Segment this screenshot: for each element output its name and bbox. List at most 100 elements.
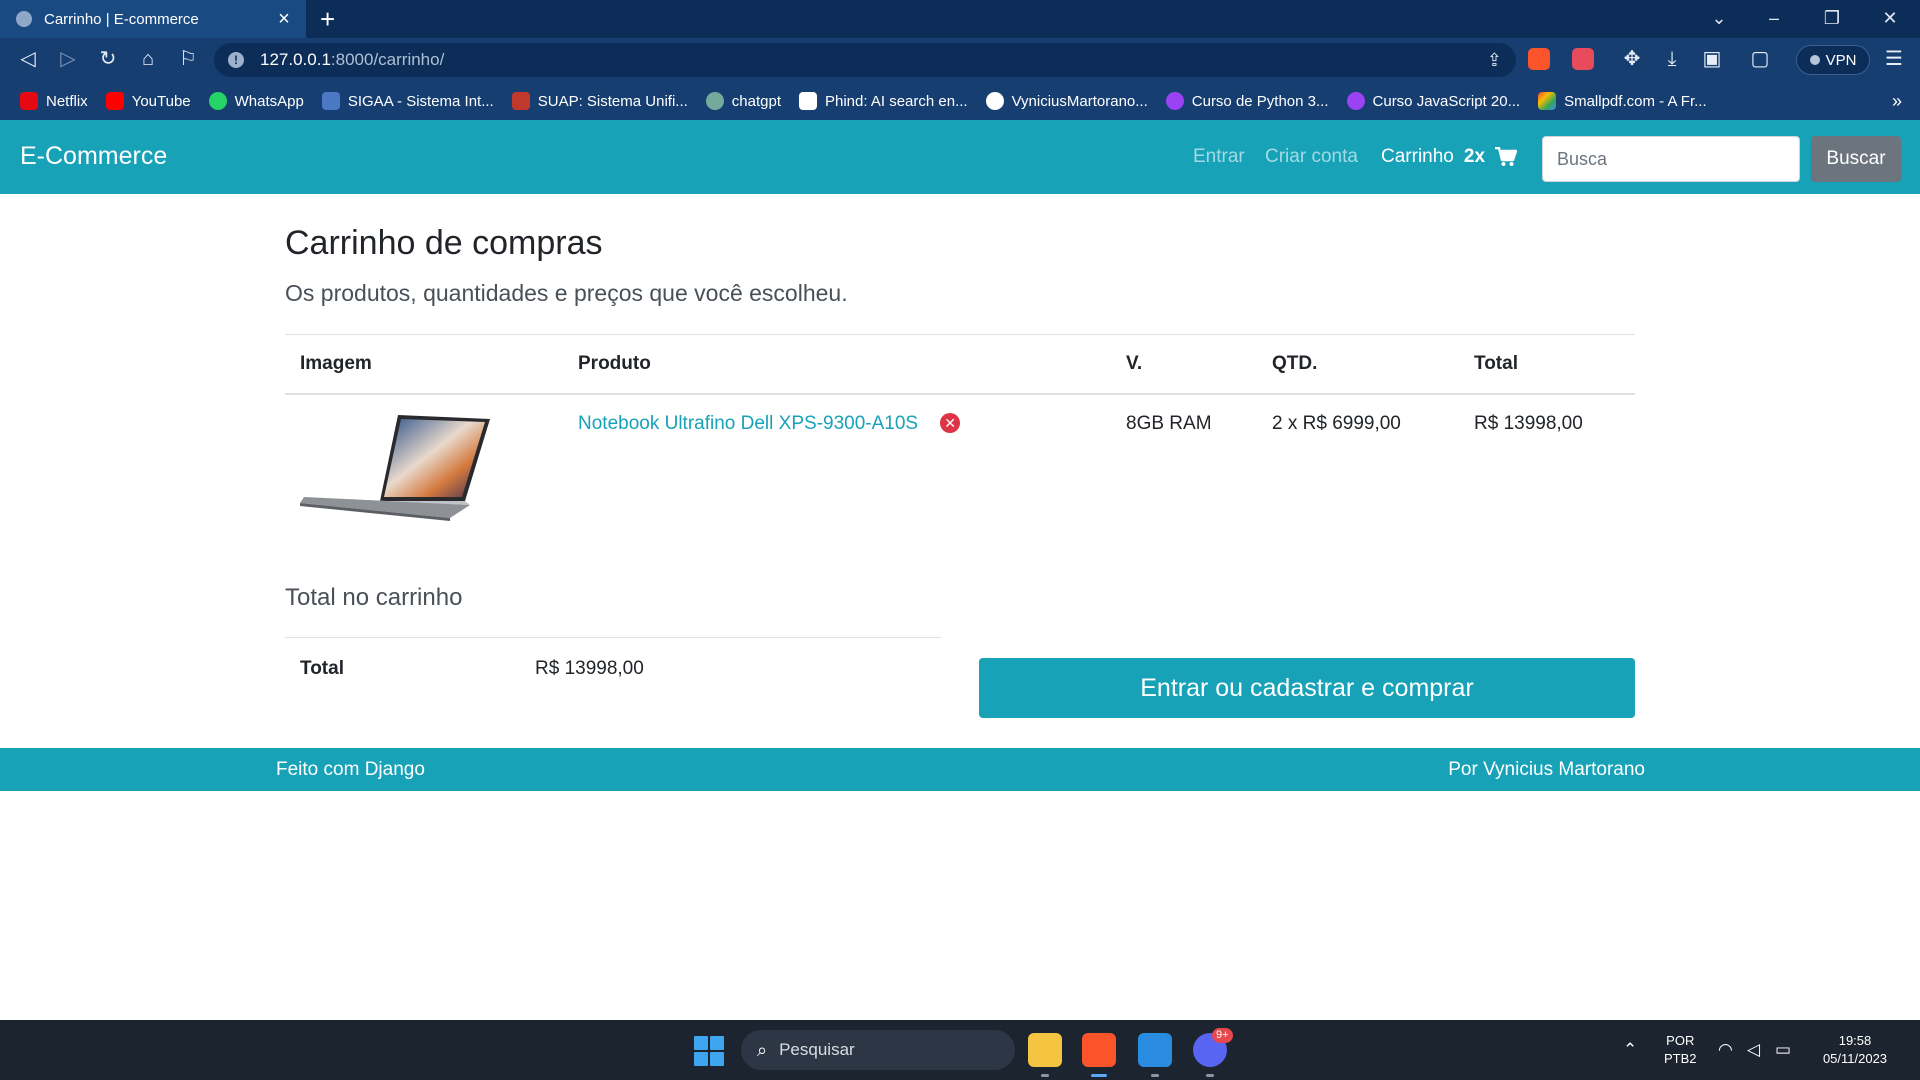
header-variation: V. [1111, 334, 1257, 395]
cart-totals-title: Total no carrinho [285, 584, 463, 611]
share-icon[interactable]: ⇪ [1487, 50, 1502, 71]
more-bookmarks-icon[interactable]: » [1892, 91, 1902, 112]
brave-active-indicator [1091, 1074, 1107, 1077]
footer-author: Por Vynicius Martorano [1448, 759, 1645, 780]
product-image-cell [285, 394, 563, 557]
total-label: Total [285, 637, 520, 700]
bookmark-whatsapp[interactable]: WhatsApp [208, 92, 304, 110]
tab-search-chevron-icon[interactable]: ⌄ [1707, 8, 1731, 28]
reload-icon[interactable]: ↻ [96, 48, 120, 70]
wifi-icon[interactable]: ◠ [1718, 1040, 1733, 1060]
search-button[interactable]: Buscar [1811, 136, 1901, 182]
header-product: Produto [563, 334, 1111, 395]
phind-icon [799, 92, 817, 110]
forward-icon[interactable]: ▷ [56, 48, 80, 70]
vscode-indicator [1151, 1074, 1159, 1077]
sidebar-icon[interactable]: ▣ [1700, 48, 1724, 70]
netflix-icon [20, 92, 38, 110]
close-tab-icon[interactable]: × [274, 9, 294, 29]
back-icon[interactable]: ◁ [16, 48, 40, 70]
cart-table: Imagem Produto V. QTD. Total Notebook Ul… [285, 334, 1635, 557]
address-bar[interactable]: ! 127.0.0.1:8000/carrinho/ ⇪ [214, 43, 1516, 77]
whatsapp-icon [208, 92, 227, 110]
page-subtitle: Os produtos, quantidades e preços que vo… [285, 280, 848, 306]
nav-login-link[interactable]: Entrar [1193, 146, 1245, 168]
vpn-label: VPN [1825, 51, 1857, 69]
bookmark-sigaa[interactable]: SIGAA - Sistema Int... [321, 92, 494, 110]
bookmark-netflix[interactable]: Netflix [20, 92, 88, 110]
table-row: Notebook Ultrafino Dell XPS-9300-A10S ✕ 8… [285, 394, 1635, 557]
taskbar-search-label: Pesquisar [779, 1040, 855, 1059]
menu-icon[interactable]: ☰ [1882, 48, 1906, 70]
close-window-icon[interactable]: ✕ [1878, 8, 1902, 28]
discord-indicator [1206, 1074, 1214, 1077]
browser-toolbar: ◁ ▷ ↻ ⌂ ⚐ ! 127.0.0.1:8000/carrinho/ ⇪ ✥… [0, 38, 1920, 82]
windows-start-icon[interactable] [694, 1036, 724, 1066]
vpn-status-icon [1809, 55, 1820, 65]
discord-badge: 9+ [1212, 1028, 1233, 1043]
os-taskbar: ⌕ Pesquisar 9+ ⌃ POR PTB2 ◠ ◁ ▭ 19:58 05/1… [0, 1020, 1920, 1080]
header-image: Imagem [285, 334, 563, 395]
site-info-icon[interactable]: ! [228, 52, 244, 68]
battery-icon[interactable]: ▭ [1775, 1040, 1791, 1060]
quantity-cell: 2 x R$ 6999,00 [1272, 413, 1401, 434]
bookmark-github[interactable]: VyniciusMartorano... [985, 92, 1148, 110]
bookmark-icon[interactable]: ⚐ [176, 48, 200, 70]
bookmark-smallpdf[interactable]: Smallpdf.com - A Fr... [1538, 92, 1707, 110]
bookmarks-bar: Netflix YouTube WhatsApp SIGAA - Sistema… [0, 82, 1920, 120]
brave-rewards-icon[interactable] [1572, 48, 1594, 70]
search-icon: ⌕ [757, 1039, 768, 1060]
brand-logo[interactable]: E-Commerce [20, 142, 167, 171]
wallet-icon[interactable]: ▢ [1748, 48, 1772, 70]
page-title: Carrinho de compras [285, 224, 603, 262]
url-text: 127.0.0.1:8000/carrinho/ [260, 50, 445, 69]
product-cell: Notebook Ultrafino Dell XPS-9300-A10S ✕ [563, 394, 1111, 557]
taskbar-search[interactable]: ⌕ Pesquisar [741, 1030, 1015, 1070]
tab-title: Carrinho | E-commerce [44, 10, 199, 28]
header-quantity: QTD. [1257, 334, 1459, 395]
nav-signup-link[interactable]: Criar conta [1265, 146, 1358, 168]
header-total: Total [1459, 334, 1635, 395]
extensions-icon[interactable]: ✥ [1620, 48, 1644, 70]
browser-tabbar: Carrinho | E-commerce × + ⌄ – ❐ ✕ [0, 0, 1920, 38]
bookmark-phind[interactable]: Phind: AI search en... [799, 92, 968, 110]
home-icon[interactable]: ⌂ [136, 48, 160, 70]
bookmark-javascript-course[interactable]: Curso JavaScript 20... [1346, 92, 1520, 110]
globe-icon [16, 11, 32, 27]
cart-label: Carrinho [1381, 146, 1454, 167]
browser-tab-active[interactable]: Carrinho | E-commerce × [0, 0, 306, 38]
restore-icon[interactable]: ❐ [1820, 8, 1844, 28]
bookmark-python-course[interactable]: Curso de Python 3... [1165, 92, 1329, 110]
clock[interactable]: 19:58 05/11/2023 [1812, 1032, 1898, 1068]
nav-cart-link[interactable]: Carrinho 2x [1381, 146, 1518, 168]
cart-count: 2x [1463, 146, 1486, 167]
github-icon [985, 92, 1004, 110]
brave-shields-icon[interactable] [1528, 48, 1550, 70]
file-explorer-indicator [1041, 1074, 1049, 1077]
sigaa-icon [321, 92, 340, 110]
total-value: R$ 13998,00 [520, 637, 941, 700]
course-icon [1346, 92, 1365, 110]
course-icon [1165, 92, 1184, 110]
brave-browser-icon[interactable] [1082, 1033, 1116, 1067]
search-input[interactable] [1542, 136, 1800, 182]
keyboard-language[interactable]: POR PTB2 [1664, 1032, 1697, 1068]
bookmark-suap[interactable]: SUAP: Sistema Unifi... [511, 92, 688, 110]
remove-item-icon[interactable]: ✕ [940, 413, 961, 433]
file-explorer-icon[interactable] [1028, 1033, 1062, 1067]
new-tab-button[interactable]: + [320, 6, 335, 32]
site-footer: Feito com Django Por Vynicius Martorano [0, 748, 1920, 791]
volume-icon[interactable]: ◁ [1747, 1040, 1760, 1060]
youtube-icon [105, 92, 124, 110]
minimize-icon[interactable]: – [1762, 8, 1786, 28]
checkout-button[interactable]: Entrar ou cadastrar e comprar [979, 658, 1635, 718]
show-hidden-icons-chevron-icon[interactable]: ⌃ [1623, 1040, 1637, 1060]
bookmark-youtube[interactable]: YouTube [105, 92, 191, 110]
product-link[interactable]: Notebook Ultrafino Dell XPS-9300-A10S [578, 413, 918, 434]
bookmark-chatgpt[interactable]: chatgpt [705, 92, 781, 110]
vpn-button[interactable]: VPN [1796, 45, 1870, 75]
vscode-icon[interactable] [1138, 1033, 1172, 1067]
downloads-icon[interactable]: ⤓ [1660, 48, 1684, 70]
total-row: Total R$ 13998,00 [285, 637, 941, 700]
chatgpt-icon [705, 92, 724, 110]
